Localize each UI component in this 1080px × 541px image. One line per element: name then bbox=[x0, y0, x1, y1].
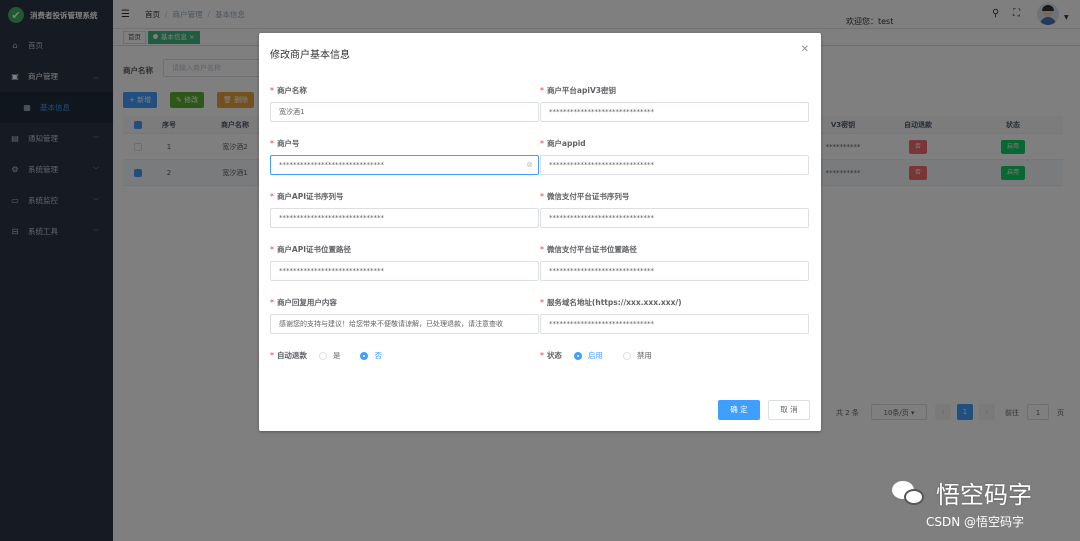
field-api-cert-serial: * 商户API证书序列号 ****************************… bbox=[270, 191, 539, 228]
merchant-no-input[interactable]: ****************************** ⊗ bbox=[270, 155, 539, 175]
field-merchant-name: * 商户名称 宽汐酒1 bbox=[270, 85, 539, 122]
reply-content-input[interactable]: 感谢您的支持与建议！给您带来不便敬请谅解，已处理退款，请注意查收 bbox=[270, 314, 539, 334]
radio-label: 否 bbox=[374, 351, 382, 360]
wechat-logo-icon bbox=[890, 479, 930, 507]
field-label: 商户平台apiV3密钥 bbox=[546, 86, 616, 95]
service-domain-input[interactable]: ****************************** bbox=[540, 314, 809, 334]
field-appid: * 商户appid ****************************** bbox=[540, 138, 809, 175]
watermark-brand: 悟空码字 bbox=[936, 481, 1032, 509]
api-cert-path-input[interactable]: ****************************** bbox=[270, 261, 539, 281]
appid-input[interactable]: ****************************** bbox=[540, 155, 809, 175]
field-label: 商户API证书位置路径 bbox=[276, 245, 352, 254]
radio-label: 禁用 bbox=[636, 351, 652, 360]
wx-cert-serial-input[interactable]: ****************************** bbox=[540, 208, 809, 228]
field-label: 服务域名地址(https://xxx.xxx.xxx/) bbox=[546, 298, 682, 307]
radio-label: 启用 bbox=[587, 351, 603, 360]
field-label: 商户回复用户内容 bbox=[276, 298, 337, 307]
field-label: 自动退款 bbox=[276, 351, 307, 360]
cancel-button[interactable]: 取 消 bbox=[768, 400, 810, 420]
api-cert-serial-input[interactable]: ****************************** bbox=[270, 208, 539, 228]
confirm-button[interactable]: 确 定 bbox=[718, 400, 760, 420]
close-icon[interactable]: ✕ bbox=[801, 44, 809, 55]
field-label: 状态 bbox=[546, 351, 562, 360]
field-reply-content: * 商户回复用户内容 感谢您的支持与建议！给您带来不便敬请谅解，已处理退款，请注意… bbox=[270, 297, 539, 334]
clear-icon[interactable]: ⊗ bbox=[526, 156, 533, 174]
api-v3-key-input[interactable]: ****************************** bbox=[540, 102, 809, 122]
auto-refund-yes-radio[interactable]: 是 bbox=[318, 350, 341, 361]
merchant-name-input[interactable]: 宽汐酒1 bbox=[270, 102, 539, 122]
field-label: 微信支付平台证书序列号 bbox=[546, 192, 630, 201]
field-wx-cert-serial: * 微信支付平台证书序列号 ***************************… bbox=[540, 191, 809, 228]
wx-cert-path-input[interactable]: ****************************** bbox=[540, 261, 809, 281]
field-api-v3-key: * 商户平台apiV3密钥 ***************************… bbox=[540, 85, 809, 122]
merchant-no-value: ****************************** bbox=[279, 161, 384, 169]
field-label: 商户API证书序列号 bbox=[276, 192, 344, 201]
field-wx-cert-path: * 微信支付平台证书位置路径 **************************… bbox=[540, 244, 809, 281]
edit-merchant-dialog: 修改商户基本信息 ✕ * 商户名称 宽汐酒1 * 商户平台apiV3密钥 *****… bbox=[259, 33, 821, 431]
field-label: 微信支付平台证书位置路径 bbox=[546, 245, 637, 254]
watermark: 悟空码字 bbox=[890, 475, 1032, 510]
dialog-title: 修改商户基本信息 bbox=[270, 50, 350, 61]
radio-label: 是 bbox=[332, 351, 341, 360]
field-service-domain: * 服务域名地址(https://xxx.xxx.xxx/) **********… bbox=[540, 297, 809, 334]
status-enable-radio[interactable]: 启用 bbox=[573, 350, 603, 361]
auto-refund-no-radio[interactable]: 否 bbox=[360, 350, 382, 361]
watermark-csdn: CSDN @悟空码字 bbox=[926, 515, 1025, 529]
field-label: 商户名称 bbox=[276, 86, 307, 95]
field-label: 商户appid bbox=[546, 139, 586, 148]
status-group: * 状态 启用 禁用 bbox=[540, 350, 652, 361]
field-merchant-no: * 商户号 ****************************** ⊗ bbox=[270, 138, 539, 175]
field-label: 商户号 bbox=[276, 139, 300, 148]
auto-refund-group: * 自动退款 是 否 bbox=[270, 350, 382, 361]
field-api-cert-path: * 商户API证书位置路径 ***************************… bbox=[270, 244, 539, 281]
status-disable-radio[interactable]: 禁用 bbox=[622, 350, 652, 361]
